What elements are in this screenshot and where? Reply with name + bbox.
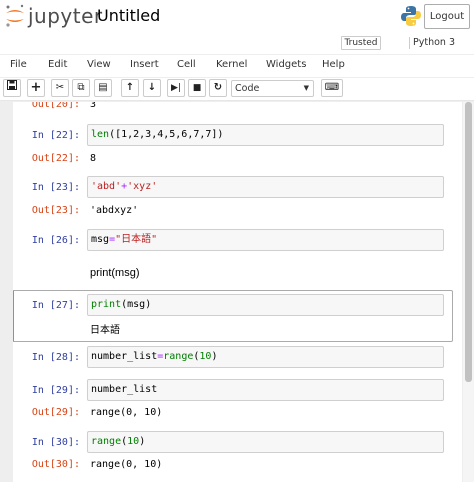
in-prompt: In [28]:	[31, 352, 80, 363]
code-token: number_list	[91, 384, 158, 395]
notebook-title[interactable]: Untitled	[97, 6, 160, 25]
code-token: 'abd'	[91, 181, 122, 192]
restart-icon[interactable]: ↻	[209, 79, 227, 97]
code-token: range	[163, 351, 194, 362]
code-token: 'xyz'	[127, 181, 158, 192]
trusted-badge[interactable]: Trusted	[341, 36, 381, 50]
arrow-up-icon[interactable]: ↑	[121, 79, 139, 97]
menu-help[interactable]: Help	[322, 59, 345, 70]
in-prompt: In [27]:	[31, 300, 80, 311]
code-input[interactable]: number_list	[87, 379, 444, 401]
code-input[interactable]: number_list=range(10)	[87, 346, 444, 368]
paste-icon[interactable]: ▤	[94, 79, 112, 97]
cell-type-select[interactable]: Code ▼	[231, 80, 314, 97]
plus-icon[interactable]: +	[27, 79, 45, 97]
scrollbar[interactable]	[463, 102, 474, 482]
code-token: len	[91, 129, 110, 140]
code-token: 10	[199, 351, 212, 362]
chevron-down-icon: ▼	[303, 84, 309, 92]
jupyter-logo-icon[interactable]	[4, 4, 26, 28]
code-token: (msg)	[121, 299, 152, 310]
in-prompt: In [29]:	[31, 385, 80, 396]
menu-bar: File Edit View Insert Cell Kernel Widget…	[0, 55, 474, 77]
code-token: print	[91, 299, 122, 310]
out-prompt: Out[22]:	[31, 153, 80, 164]
python-logo-icon	[401, 6, 421, 26]
kernel-indicator: Python 3	[409, 37, 455, 49]
in-prompt: In [22]:	[31, 130, 80, 141]
stop-icon[interactable]: ■	[188, 79, 206, 97]
menu-edit[interactable]: Edit	[48, 59, 67, 70]
notebook-container: Out[20]: 3 In [22]: len([1,2,3,4,5,6,7,7…	[13, 102, 462, 482]
save-icon[interactable]	[3, 79, 21, 97]
logout-button[interactable]: Logout	[424, 4, 470, 29]
code-token: range	[91, 436, 122, 447]
header: jupyter Untitled Logout	[0, 0, 474, 36]
toolbar: + ✂ ⧉ ▤ ↑ ↓ ▶| ■ ↻ Code ▼ ⌨	[0, 78, 474, 101]
menu-file[interactable]: File	[10, 59, 27, 70]
code-token: number_list	[91, 351, 158, 362]
scrollbar-thumb[interactable]	[465, 102, 472, 382]
cell-output: 'abdxyz'	[90, 205, 139, 216]
cut-icon[interactable]: ✂	[51, 79, 69, 97]
in-prompt: In [23]:	[31, 182, 80, 193]
code-input[interactable]: len([1,2,3,4,5,6,7,7])	[87, 124, 444, 146]
code-input[interactable]: print(msg)	[87, 294, 444, 316]
cell-output: 8	[90, 153, 97, 164]
code-input[interactable]: msg="日本語"	[87, 229, 444, 251]
code-token: )	[139, 436, 146, 447]
code-token: "日本語"	[115, 234, 158, 245]
code-token: ([1,2,3,4,5,6,7,7])	[109, 129, 224, 140]
code-input[interactable]: 'abd'+'xyz'	[87, 176, 444, 198]
out-prompt: Out[23]:	[31, 205, 80, 216]
menu-view[interactable]: View	[87, 59, 111, 70]
cell-output: 3	[90, 102, 97, 110]
out-prompt: Out[30]:	[31, 459, 80, 470]
copy-icon[interactable]: ⧉	[72, 79, 90, 97]
notebook-status-row: Trusted Python 3	[0, 36, 474, 54]
out-prompt: Out[29]:	[31, 407, 80, 418]
cell-output: range(0, 10)	[90, 407, 163, 418]
markdown-cell[interactable]: print(msg)	[90, 267, 140, 279]
arrow-down-icon[interactable]: ↓	[143, 79, 161, 97]
in-prompt: In [30]:	[31, 437, 80, 448]
menu-insert[interactable]: Insert	[130, 59, 159, 70]
cell-type-value: Code	[235, 83, 260, 94]
cell-output: range(0, 10)	[90, 459, 163, 470]
menu-kernel[interactable]: Kernel	[216, 59, 247, 70]
code-token: )	[211, 351, 218, 362]
jupyter-logo-text: jupyter	[28, 4, 103, 28]
menu-widgets[interactable]: Widgets	[266, 59, 306, 70]
keyboard-icon[interactable]: ⌨	[321, 79, 343, 97]
code-input[interactable]: range(10)	[87, 431, 444, 453]
cell-output: 日本語	[90, 325, 120, 336]
in-prompt: In [26]:	[31, 235, 80, 246]
run-icon[interactable]: ▶|	[167, 79, 185, 97]
out-prompt: Out[20]:	[31, 102, 80, 110]
code-token: 10	[127, 436, 140, 447]
menu-cell[interactable]: Cell	[177, 59, 196, 70]
code-token: msg	[91, 234, 110, 245]
